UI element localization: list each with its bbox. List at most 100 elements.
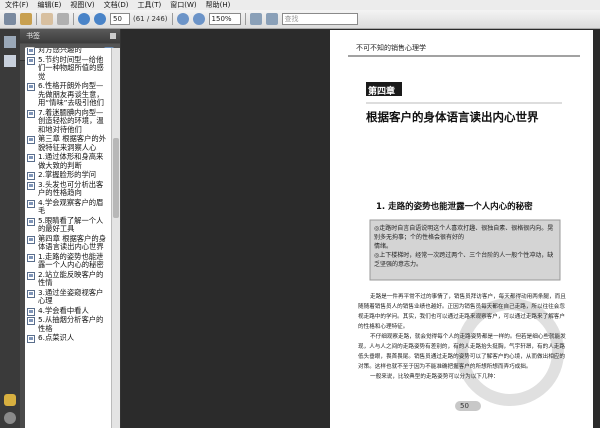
print-icon[interactable]: [4, 13, 16, 25]
bookmark-page-icon: [27, 56, 35, 65]
bookmark-page-icon: [27, 271, 35, 280]
section-title: 1. 走路的姿势也能泄露一个人内心的秘密: [376, 202, 533, 212]
bookmark-item[interactable]: 6.点菜识人: [25, 333, 111, 343]
bookmark-label: 第四章 根据客户的身体语言读出内心世界: [38, 233, 106, 251]
paragraph: 走路是一件再平常不过的事情了，销售员拜访客户，每天都得动用两条腿，而且随随着销售…: [358, 294, 566, 330]
bookmark-item[interactable]: 7.着迷腼腆内向型—创造轻松的环境，温和地对待他们: [25, 107, 111, 135]
toolbar-separator: [73, 13, 74, 25]
page-header: 不可不知的销售心理学: [356, 44, 426, 52]
bookmark-page-icon: [27, 217, 35, 226]
bookmark-item[interactable]: 第三章 根据客户的外貌特征来洞察人心: [25, 134, 111, 152]
toolbar: 50 (61 / 246) 150% 查找: [0, 10, 600, 29]
bookmark-page-icon: [27, 83, 35, 91]
bookmark-page-icon: [27, 307, 35, 316]
bookmark-item[interactable]: 第四章 根据客户的身体语言读出内心世界: [25, 233, 111, 252]
toolbar-separator: [244, 13, 246, 25]
bookmark-page-icon: [27, 253, 35, 262]
bookmark-item[interactable]: 2.站立能反映客户的性情: [25, 269, 111, 288]
bookmark-item[interactable]: 6.性格开朗外向型—先做朋友再谈生意，用“情味”去吸引他们: [25, 81, 111, 108]
callout-line: ◎上下楼梯时，经常一次跨过两个、三个台阶的人一般个性冲动，缺乏坚强的意志力。: [374, 252, 554, 268]
bookmark-label: 1.走路的姿势也能泄露一个人内心的秘密: [38, 251, 104, 269]
bookmark-item[interactable]: 4.学会观察客户的眉毛: [25, 197, 111, 216]
menu-document[interactable]: 文档(D): [104, 0, 129, 10]
bookmark-scrollbar[interactable]: [111, 48, 120, 428]
menu-view[interactable]: 视图(V): [70, 0, 94, 10]
bookmark-page-icon: [27, 317, 35, 325]
panel-title-bar: 书签: [20, 29, 120, 43]
zoom-select[interactable]: 150%: [208, 13, 241, 25]
bookmark-page-icon: [27, 289, 35, 298]
page-count: (61 / 246): [133, 15, 168, 23]
select-tool-icon[interactable]: [57, 13, 69, 25]
paragraph: 一般来说，比较典型的走路姿势可以分为以下几种：: [370, 374, 499, 380]
paragraph: 不仔细观察走路，就会觉得每个人的走路姿势都是一样的。但若是细心些就能发现，人与人…: [358, 334, 566, 370]
bookmarks-icon[interactable]: [4, 55, 16, 67]
toolbar-separator: [36, 13, 37, 25]
bookmark-page-icon: [27, 136, 35, 144]
zoom-out-icon[interactable]: [176, 13, 189, 25]
email-icon[interactable]: [20, 13, 32, 25]
bookmark-label: 6.点菜识人: [38, 333, 75, 342]
bookmark-label: 4.学会观察客户的眉毛: [38, 197, 104, 215]
bookmark-label: 4.学会看中看人: [38, 305, 89, 315]
next-page-icon[interactable]: [94, 13, 106, 25]
page-number-input[interactable]: 50: [110, 13, 130, 25]
bookmark-page-icon: [27, 48, 35, 55]
bookmark-item[interactable]: 1.走路的姿势也能泄露一个人内心的秘密: [25, 251, 111, 270]
bookmark-item[interactable]: 5.眼睛看了解一个人的最好工具: [25, 215, 111, 234]
bookmark-item[interactable]: 4.学会看中看人: [25, 305, 111, 316]
bookmark-item[interactable]: 3.通过坐姿窥视客户心理: [25, 287, 111, 306]
comments-icon[interactable]: [4, 394, 16, 406]
panel-options-icon[interactable]: [110, 33, 116, 39]
bookmark-label: 3.通过坐姿窥视客户心理: [38, 287, 104, 305]
bookmark-item[interactable]: 1.通过体形和身高来做大致的判断: [25, 152, 111, 170]
bookmark-label: 5.从抽烟分析客户的性格: [38, 315, 104, 333]
pdf-page: 不可不知的销售心理学 第四章 根据客户的身体语言读出内心世界 1. 走路的姿势也…: [330, 30, 593, 428]
chapter-label: 第四章: [368, 87, 396, 97]
bookmark-label: 第三章 根据客户的外貌特征来洞察人心: [38, 134, 106, 152]
bookmark-item[interactable]: 3.头发也可分析出客户的性格趋向: [25, 179, 111, 198]
bookmark-label: 5.节约时间型—给他们一种物超所值的感觉: [38, 54, 104, 81]
navigation-strip: [0, 29, 21, 428]
menu-file[interactable]: 文件(F): [5, 0, 29, 10]
bookmark-label: 3.头发也可分析出客户的性格趋向: [38, 179, 104, 197]
bookmark-label: 2.掌握脸形的学问: [38, 170, 97, 179]
panel-title: 书签: [26, 32, 40, 40]
bookmark-label: 2.站立能反映客户的性情: [38, 269, 104, 287]
bookmark-label: 7.着迷腼腆内向型—创造轻松的环境，温和地对待他们: [38, 107, 104, 134]
bookmark-label: 1.通过体形和身高来做大致的判断: [38, 152, 104, 170]
previous-page-icon[interactable]: [78, 13, 90, 25]
callout-line: ◎走路时自言自语说明这个人喜欢打趣、很独自素、很格很内向。晃别多无拘事；个的性格…: [374, 225, 554, 241]
bookmark-page-icon: [27, 335, 35, 343]
bookmark-item[interactable]: 2.掌握脸形的学问: [25, 170, 111, 180]
pages-icon[interactable]: [4, 36, 16, 48]
bookmark-page-icon: [27, 235, 35, 244]
scrollbar-thumb[interactable]: [113, 138, 119, 218]
bookmark-label: 5.眼睛看了解一个人的最好工具: [38, 215, 104, 233]
bookmark-label: 对方感兴趣的: [38, 48, 82, 54]
bookmark-tree: 对方感兴趣的 5.节约时间型—给他们一种物超所值的感觉 6.性格开朗外向型—先做朋友…: [25, 48, 111, 428]
fit-page-icon[interactable]: [249, 13, 262, 25]
bookmark-page-icon: [27, 199, 35, 208]
bookmark-label: 6.性格开朗外向型—先做朋友再谈生意，用“情味”去吸引他们: [38, 81, 104, 107]
body-text: 走路是一件再平常不过的事情了，销售员拜访客户，每天都得动用两条腿，而且随随着销售…: [358, 292, 570, 382]
fit-width-icon[interactable]: [265, 13, 278, 25]
chapter-title: 根据客户的身体语言读出内心世界: [366, 110, 539, 124]
callout-box: ◎走路时自言自语说明这个人喜欢打趣、很独自素、很格很内向。晃别多无拘事；个的性格…: [374, 224, 558, 269]
bookmark-page-icon: [27, 109, 35, 118]
bookmark-page-icon: [27, 172, 35, 180]
menu-help[interactable]: 帮助(H): [206, 0, 231, 10]
bookmark-page-icon: [27, 181, 35, 190]
attachments-icon[interactable]: [4, 412, 16, 424]
callout-line: 情绪。: [374, 243, 393, 250]
bookmark-page-icon: [27, 154, 35, 162]
hand-tool-icon[interactable]: [41, 13, 53, 25]
page-number: 50: [460, 402, 469, 410]
search-input[interactable]: 查找: [281, 13, 358, 25]
bookmark-item[interactable]: 5.节约时间型—给他们一种物超所值的感觉: [25, 54, 111, 82]
menu-tools[interactable]: 工具(T): [138, 0, 162, 10]
menu-edit[interactable]: 编辑(E): [38, 0, 62, 10]
menu-window[interactable]: 窗口(W): [170, 0, 196, 10]
zoom-in-icon[interactable]: [192, 13, 205, 25]
bookmark-item[interactable]: 5.从抽烟分析客户的性格: [25, 315, 111, 333]
